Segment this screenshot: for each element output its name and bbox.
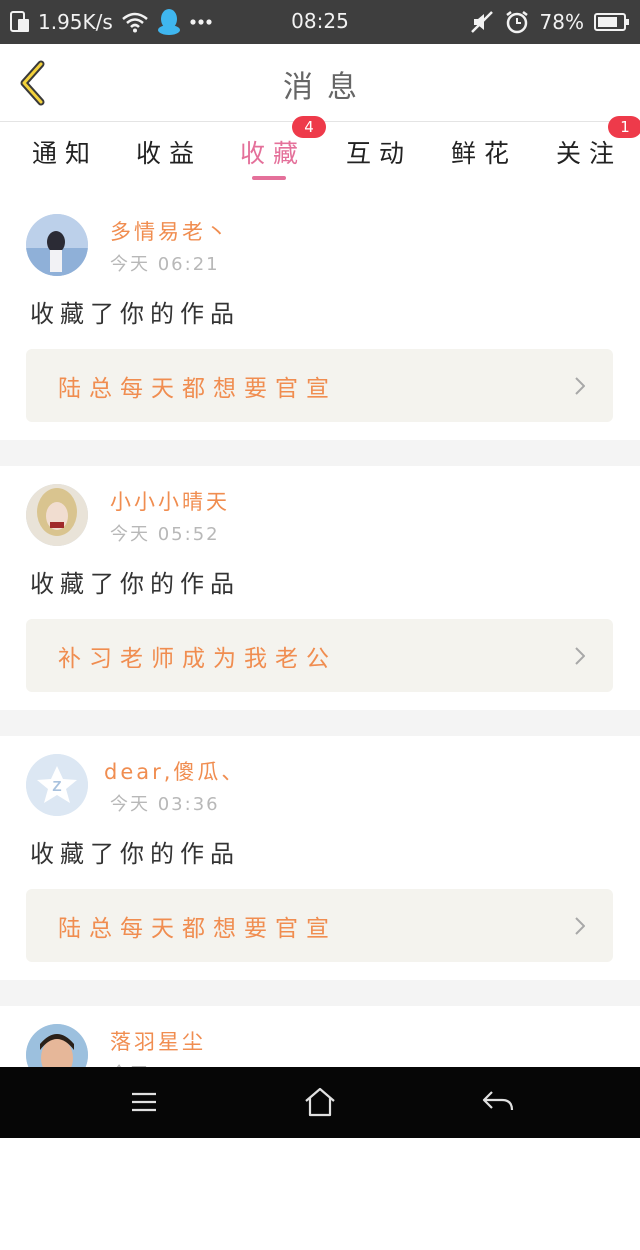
more-icon <box>189 18 213 26</box>
chevron-right-icon <box>575 917 586 935</box>
home-icon <box>300 1087 340 1123</box>
action-text: 收藏了你的作品 <box>30 840 240 868</box>
work-title: 陆总每天都想要官宣 <box>58 376 337 402</box>
tab-notifications[interactable]: 通知 <box>8 122 114 196</box>
tab-interactions[interactable]: 互动 <box>322 122 428 196</box>
network-speed: 1.95K/s <box>38 10 113 34</box>
tab-label: 收益 <box>135 139 202 168</box>
active-tab-indicator <box>252 176 286 180</box>
username[interactable]: dear,傻瓜、 <box>104 756 245 786</box>
tab-label: 鲜花 <box>450 139 517 168</box>
work-link[interactable]: 补习老师成为我老公 <box>26 619 613 692</box>
mute-icon <box>470 10 494 34</box>
tab-favorites[interactable]: 收藏 4 <box>216 116 326 196</box>
clock: 08:25 <box>291 9 349 33</box>
notification-icon <box>10 11 30 33</box>
action-text: 收藏了你的作品 <box>30 300 240 328</box>
battery-percent: 78% <box>539 10 584 34</box>
svg-text:Z: Z <box>52 778 61 795</box>
avatar[interactable] <box>26 484 88 546</box>
tab-earnings[interactable]: 收益 <box>112 122 218 196</box>
work-title: 补习老师成为我老公 <box>58 646 337 672</box>
tab-label: 关注 <box>555 139 622 168</box>
action-text: 收藏了你的作品 <box>30 570 240 598</box>
chevron-right-icon <box>575 377 586 395</box>
header: 消息 <box>0 44 640 122</box>
battery-icon <box>594 12 630 32</box>
qq-icon <box>157 8 181 36</box>
tab-label: 互动 <box>345 139 412 168</box>
home-button[interactable] <box>300 1085 340 1119</box>
tab-flowers[interactable]: 鲜花 <box>427 122 533 196</box>
page-title: 消息 <box>283 70 371 105</box>
status-bar: 1.95K/s 08:25 78% <box>0 0 640 44</box>
username[interactable]: 多情易老丶 <box>110 216 230 246</box>
timestamp: 今天 05:52 <box>110 524 220 545</box>
tab-label: 通知 <box>31 139 98 168</box>
list-item: 多情易老丶 今天 06:21 收藏了你的作品 陆总每天都想要官宣 <box>0 196 640 440</box>
tab-follows[interactable]: 关注 1 <box>532 116 640 196</box>
work-link[interactable]: 陆总每天都想要官宣 <box>26 349 613 422</box>
wifi-icon <box>121 11 149 33</box>
menu-icon <box>124 1092 164 1123</box>
username[interactable]: 落羽星尘 <box>110 1026 206 1056</box>
username[interactable]: 小小小晴天 <box>110 486 230 516</box>
alarm-icon <box>504 9 530 35</box>
work-link[interactable]: 陆总每天都想要官宣 <box>26 889 613 962</box>
avatar[interactable] <box>26 214 88 276</box>
back-arrow-icon <box>478 1091 518 1123</box>
timestamp: 今天 03:36 <box>110 794 220 815</box>
chevron-right-icon <box>575 647 586 665</box>
timestamp: 今天 06:21 <box>110 254 220 275</box>
tab-bar: 通知 收益 收藏 4 互动 鲜花 关注 1 <box>0 116 640 196</box>
work-title: 陆总每天都想要官宣 <box>58 916 337 942</box>
list-item: Z dear,傻瓜、 今天 03:36 收藏了你的作品 陆总每天都想要官宣 <box>0 736 640 980</box>
system-nav-bar <box>0 1067 640 1138</box>
back-nav-button[interactable] <box>478 1085 518 1119</box>
list-item: 小小小晴天 今天 05:52 收藏了你的作品 补习老师成为我老公 <box>0 466 640 710</box>
unread-badge: 1 <box>608 116 640 138</box>
tab-label: 收藏 <box>239 139 306 168</box>
unread-badge: 4 <box>292 116 326 138</box>
avatar[interactable]: Z <box>26 754 88 816</box>
menu-button[interactable] <box>124 1085 164 1119</box>
